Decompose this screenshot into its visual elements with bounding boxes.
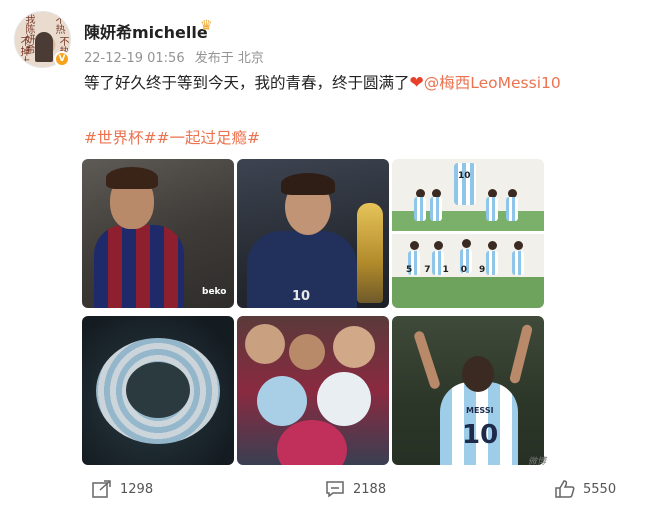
cartoon-head (434, 241, 443, 250)
cartoon-kid (430, 197, 442, 221)
photo-4[interactable] (82, 316, 234, 465)
heart-icon: ❤ (409, 73, 424, 93)
watermark: 微博 (528, 457, 547, 467)
jersey-number: 10 (462, 420, 499, 450)
trophy (357, 203, 383, 303)
cartoon-head (488, 241, 497, 250)
photo-5[interactable] (237, 316, 389, 465)
post-text-body: 等了好久终于等到今天，我的青春，终于圆满了 (84, 74, 410, 92)
action-bar: 1298 2188 5550 (0, 474, 660, 504)
image-grid: beko 10 10 57109 MESSI 10 (82, 159, 544, 467)
raised-arm (508, 323, 534, 385)
share-icon (92, 480, 111, 498)
post-text: 等了好久终于等到今天，我的青春，终于圆满了❤@梅西LeoMessi10 (84, 71, 561, 93)
comment-count: 2188 (353, 481, 387, 497)
cartoon-head (462, 239, 471, 248)
comment-icon (326, 481, 344, 498)
hair (106, 167, 158, 189)
share-count: 1298 (120, 481, 154, 497)
huddle-center (126, 362, 190, 418)
share-button[interactable]: 1298 (92, 480, 153, 498)
avatar-text: 不热 (53, 14, 64, 34)
jersey (94, 225, 184, 308)
crowd-jersey (257, 376, 307, 426)
avatar-text: 不掉土 (18, 36, 29, 66)
v-badge-icon: V (54, 51, 70, 67)
raised-arm (412, 329, 442, 391)
post-meta: 22-12-19 01:56 发布于 北京 (84, 47, 264, 66)
jersey-number: 10 (292, 289, 311, 304)
photo-1[interactable]: beko (82, 159, 234, 308)
jersey-name: MESSI (466, 406, 494, 415)
cartoon-kid (486, 197, 498, 221)
cartoon-kid (506, 197, 518, 221)
photo-6[interactable]: MESSI 10 (392, 316, 544, 465)
like-count: 5550 (583, 481, 617, 497)
crowd-face (289, 334, 325, 370)
comment-button[interactable]: 2188 (325, 480, 386, 498)
thumbs-up-icon (555, 480, 575, 498)
photo-3[interactable]: 10 57109 (392, 159, 544, 308)
post-source: 发布于 北京 (194, 51, 264, 66)
cartoon-kid (512, 251, 524, 275)
avatar-person (35, 32, 53, 62)
timestamp[interactable]: 22-12-19 01:56 (84, 51, 185, 66)
crowd-face (245, 324, 285, 364)
mention-link[interactable]: @梅西LeoMessi10 (424, 74, 561, 92)
head (462, 356, 494, 392)
cartoon-head (514, 241, 523, 250)
grass (392, 277, 544, 308)
hashtags[interactable]: #世界杯##一起过足瘾# (84, 126, 260, 148)
photo-2[interactable]: 10 (237, 159, 389, 308)
like-button[interactable]: 5550 (555, 480, 616, 498)
hair (281, 173, 335, 195)
username[interactable]: 陳妍希michelle (84, 19, 208, 43)
crowd-face (333, 326, 375, 368)
crowd-jersey (317, 372, 371, 426)
cartoon-numbers: 57109 (406, 265, 498, 275)
crown-icon: ♛ (200, 18, 213, 34)
cartoon-player (454, 163, 476, 205)
cartoon-head (410, 241, 419, 250)
sponsor-text: beko (202, 287, 227, 297)
crowd-shirt (277, 420, 347, 465)
cartoon-number: 10 (458, 171, 471, 181)
divider (392, 231, 544, 234)
cartoon-kid (414, 197, 426, 221)
